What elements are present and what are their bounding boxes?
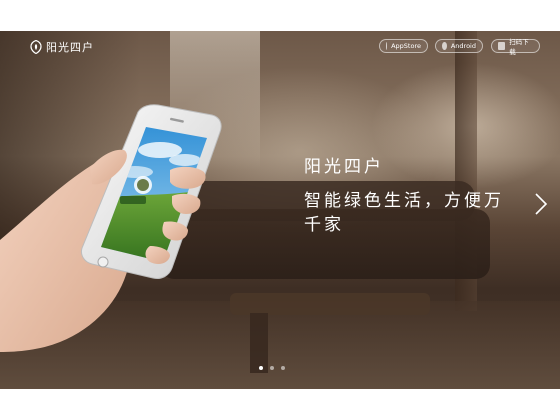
appstore-label: AppStore [391,42,421,50]
background-table-leg [250,313,268,373]
android-label: Android [450,42,476,50]
android-icon [442,42,447,50]
hero-title: 阳光四户 [304,157,384,177]
brand-logo[interactable]: 阳光四户 [30,39,94,55]
slide-dot-2[interactable] [270,366,274,370]
background-window [170,31,260,171]
slide-dot-3[interactable] [281,366,285,370]
brand-name: 阳光四户 [46,41,94,54]
slide-dot-1[interactable] [259,366,263,370]
background-table [230,293,430,315]
hero-text: 阳光四户 智能绿色生活，方便万千家 [304,157,518,237]
android-download-button[interactable]: Android [435,39,483,53]
leaf-shield-icon [30,40,42,54]
appstore-download-button[interactable]: AppStore [379,39,428,53]
slider-pagination [259,366,285,370]
scan-label: 扫码下载 [509,38,529,56]
hero-subtitle: 智能绿色生活，方便万千家 [304,191,504,235]
chevron-right-icon[interactable] [534,193,548,215]
qr-code-icon [498,42,506,50]
apple-icon [386,42,388,50]
background-wall [0,31,140,251]
scan-download-button[interactable]: 扫码下载 [491,38,540,56]
